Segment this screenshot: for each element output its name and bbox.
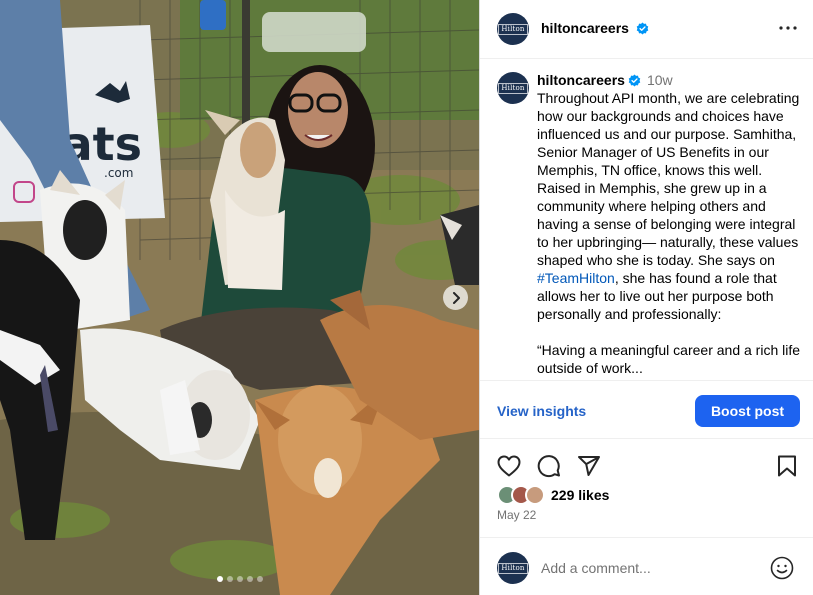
carousel-dot	[226, 576, 233, 582]
view-insights-link[interactable]: View insights	[497, 403, 586, 419]
more-icon	[779, 26, 797, 30]
like-button[interactable]	[496, 453, 522, 479]
hilton-logo: Hilton	[498, 82, 528, 94]
carousel-dot	[216, 576, 223, 582]
hilton-logo: Hilton	[498, 562, 528, 574]
chevron-right-icon	[452, 291, 460, 304]
likes-row: 229 likes	[497, 484, 609, 506]
liker-avatar[interactable]	[525, 485, 545, 505]
caption-text: hiltoncareers 10w Throughout API month, …	[537, 71, 801, 377]
carousel-dot	[236, 576, 243, 582]
action-bar	[480, 450, 813, 480]
comment-button[interactable]	[536, 453, 562, 479]
avatar: Hilton	[497, 552, 529, 584]
heart-icon	[497, 455, 521, 477]
verified-badge-icon	[628, 74, 641, 87]
boost-post-button[interactable]: Boost post	[695, 395, 800, 427]
carousel-dot	[256, 576, 263, 582]
more-options-button[interactable]	[778, 18, 798, 38]
likes-count[interactable]: 229 likes	[551, 487, 609, 503]
share-icon	[578, 456, 600, 476]
caption-section: Hilton hiltoncareers 10w Throughout API …	[480, 60, 813, 380]
emoji-icon[interactable]	[770, 556, 794, 580]
post-media[interactable]: oats .com	[0, 0, 479, 595]
post-details-panel: Hilton hiltoncareers Hilton hiltoncareer…	[479, 0, 813, 595]
caption-username[interactable]: hiltoncareers	[537, 72, 625, 88]
caption-quote: “Having a meaningful career and a rich l…	[537, 342, 801, 376]
insights-bar: View insights Boost post	[480, 380, 813, 439]
avatar[interactable]: Hilton	[497, 72, 529, 104]
comment-input[interactable]	[541, 558, 751, 578]
carousel-indicator	[0, 576, 479, 582]
caption-body: Throughout API month, we are celebrating…	[537, 90, 800, 268]
hashtag-link[interactable]: #TeamHilton	[537, 270, 615, 286]
banner-subtext: .com	[104, 166, 133, 180]
carousel-dot	[246, 576, 253, 582]
comment-bar: Hilton	[480, 537, 813, 595]
save-button[interactable]	[774, 453, 800, 479]
username[interactable]: hiltoncareers	[541, 20, 629, 36]
post-time[interactable]: 10w	[647, 72, 673, 88]
bookmark-icon	[778, 455, 796, 477]
header-user: hiltoncareers	[541, 20, 649, 38]
post-date[interactable]: May 22	[497, 508, 536, 522]
post-photo: oats .com	[0, 0, 479, 595]
avatar[interactable]: Hilton	[497, 13, 529, 45]
comment-icon	[537, 455, 560, 478]
hilton-logo: Hilton	[498, 23, 528, 35]
verified-badge-icon	[637, 22, 649, 35]
next-slide-button[interactable]	[443, 285, 468, 310]
post-header: Hilton hiltoncareers	[480, 0, 813, 59]
share-button[interactable]	[576, 453, 602, 479]
